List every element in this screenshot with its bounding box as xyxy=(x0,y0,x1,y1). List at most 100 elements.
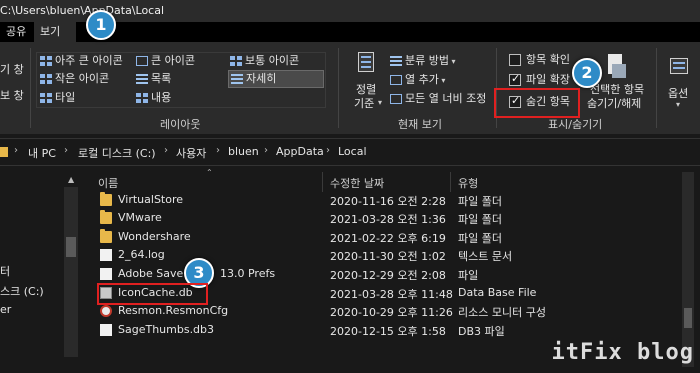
watermark: itFix blog xyxy=(551,340,694,365)
column-header-type[interactable]: 유형 xyxy=(458,175,478,191)
scroll-up-icon[interactable]: ▲ xyxy=(68,175,74,184)
ribbon-divider xyxy=(30,48,31,128)
resource-monitor-icon xyxy=(100,305,112,317)
file-type: 파일 폴더 xyxy=(458,213,502,226)
chevron-right-icon: › xyxy=(64,145,68,156)
column-divider[interactable] xyxy=(450,172,451,192)
file-type: DB3 파일 xyxy=(458,325,505,338)
folder-icon xyxy=(100,210,112,224)
options-icon xyxy=(668,56,690,76)
file-name: Resmon.ResmonCfg xyxy=(118,304,229,317)
navigation-pane-button[interactable]: 기 창 xyxy=(0,62,24,78)
breadcrumb-bluen[interactable]: bluen xyxy=(228,145,259,158)
large-icons-icon xyxy=(136,56,148,66)
file-list-scrollbar-thumb[interactable] xyxy=(684,308,692,328)
file-name: VMware xyxy=(118,211,162,224)
file-type: 파일 폴더 xyxy=(458,195,502,208)
item-checkboxes-checkbox[interactable] xyxy=(509,54,521,66)
folder-icon xyxy=(100,229,112,243)
file-name: 2_64.log xyxy=(118,248,165,261)
file-name-suffix: 13.0 Prefs xyxy=(220,267,276,280)
details-icon xyxy=(231,74,243,84)
layout-large-icons[interactable]: 큰 아이콘 xyxy=(136,53,195,69)
group-by-button[interactable]: 분류 방법 ▾ xyxy=(390,53,456,70)
file-type: 텍스트 문서 xyxy=(458,250,513,263)
hide-selected-label-2[interactable]: 숨기기/해제 xyxy=(587,96,641,112)
chevron-right-icon: › xyxy=(216,145,220,156)
nav-scrollbar-thumb[interactable] xyxy=(66,237,76,257)
file-type: 파일 xyxy=(458,269,479,282)
table-row[interactable]: SageThumbs.db3 2020-12-15 오후 1:58 DB3 파일 xyxy=(88,321,700,340)
chevron-right-icon: › xyxy=(326,145,330,156)
window-title-path: C:\Users\bluen\AppData\Local xyxy=(0,4,165,17)
file-extensions-label: 파일 확장 xyxy=(526,73,570,86)
file-name: VirtualStore xyxy=(118,193,184,206)
layout-content[interactable]: 내용 xyxy=(136,90,171,106)
list-icon xyxy=(136,74,148,84)
callout-badge-2: 2 xyxy=(572,58,602,88)
layout-tiles[interactable]: 타일 xyxy=(40,90,75,106)
content-icon xyxy=(136,93,148,103)
breadcrumb-users[interactable]: 사용자 xyxy=(176,145,206,161)
tab-share[interactable]: 공유 xyxy=(0,22,32,42)
add-columns-icon xyxy=(390,75,402,85)
column-divider[interactable] xyxy=(322,172,323,192)
breadcrumb-local[interactable]: Local xyxy=(338,145,367,158)
chevron-down-icon: ▾ xyxy=(676,100,681,109)
chevron-down-icon: ▾ xyxy=(378,98,383,107)
tab-view[interactable]: 보기 xyxy=(34,22,76,42)
ribbon-divider xyxy=(338,48,339,128)
nav-item-local-disk[interactable]: 스크 (C:) xyxy=(0,283,44,299)
nav-item-other[interactable]: er xyxy=(0,303,11,316)
file-list-scrollbar[interactable] xyxy=(682,172,694,367)
layout-extra-large-icons[interactable]: 아주 큰 아이콘 xyxy=(40,53,123,69)
column-header-modified[interactable]: 수정한 날짜 xyxy=(330,175,384,191)
breadcrumb-this-pc[interactable]: 내 PC xyxy=(28,145,56,161)
nav-item-desktop[interactable]: 터 xyxy=(0,263,10,279)
tiles-icon xyxy=(40,93,52,103)
sort-by-icon xyxy=(352,52,382,76)
document-icon xyxy=(100,249,112,261)
file-name: Adobe Save xyxy=(118,267,184,280)
highlight-iconcache xyxy=(97,283,208,305)
folder-icon xyxy=(100,192,112,206)
file-name: SageThumbs.db3 xyxy=(118,323,215,336)
size-all-columns-button[interactable]: 모든 열 너비 조정 xyxy=(390,91,486,107)
table-row[interactable]: VirtualStore 2020-11-16 오전 2:28 파일 폴더 xyxy=(88,191,700,210)
sort-by-label-2[interactable]: 기준 xyxy=(354,96,374,112)
table-row[interactable]: 2_64.log 2020-11-30 오전 1:02 텍스트 문서 xyxy=(88,246,700,265)
file-modified: 2020-12-29 오전 2:08 xyxy=(330,269,446,282)
details-pane-button[interactable]: 보 창 xyxy=(0,88,24,104)
extra-large-icons-icon xyxy=(40,56,52,66)
file-name: Wondershare xyxy=(118,230,191,243)
size-columns-icon xyxy=(390,94,402,104)
layout-medium-icons[interactable]: 보통 아이콘 xyxy=(230,53,299,69)
table-row[interactable]: Adobe Save 13.0 Prefs 2020-12-29 오전 2:08… xyxy=(88,265,700,284)
document-icon xyxy=(100,268,112,280)
address-bar[interactable]: › 내 PC › 로컬 디스크 (C:) › 사용자 › bluen › App… xyxy=(0,138,700,166)
callout-badge-1: 1 xyxy=(86,10,116,40)
table-row[interactable]: VMware 2021-03-28 오전 1:36 파일 폴더 xyxy=(88,209,700,228)
chevron-right-icon: › xyxy=(164,145,168,156)
file-extensions-checkbox[interactable] xyxy=(509,72,521,86)
highlight-hidden-items xyxy=(494,88,580,118)
breadcrumb-local-disk[interactable]: 로컬 디스크 (C:) xyxy=(78,145,156,161)
nav-scrollbar[interactable] xyxy=(64,187,78,357)
navigation-pane: ▲ 터 스크 (C:) er xyxy=(0,167,80,373)
folder-icon xyxy=(0,147,8,157)
breadcrumb-appdata[interactable]: AppData xyxy=(276,145,324,158)
table-row[interactable]: Wondershare 2021-02-22 오후 6:19 파일 폴더 xyxy=(88,228,700,247)
file-type: Data Base File xyxy=(458,286,537,299)
file-modified: 2021-03-28 오후 11:48 xyxy=(330,288,453,301)
add-columns-button[interactable]: 열 추가 ▾ xyxy=(390,72,445,89)
file-modified: 2021-03-28 오전 1:36 xyxy=(330,213,446,226)
current-view-group-label: 현재 보기 xyxy=(398,118,442,131)
layout-details[interactable]: 자세히 xyxy=(228,70,324,88)
file-modified: 2021-02-22 오후 6:19 xyxy=(330,232,446,245)
layout-list[interactable]: 목록 xyxy=(136,71,171,87)
file-type: 파일 폴더 xyxy=(458,232,502,245)
medium-icons-icon xyxy=(230,56,242,66)
file-modified: 2020-10-29 오후 11:26 xyxy=(330,306,453,319)
layout-small-icons[interactable]: 작은 아이콘 xyxy=(40,71,109,87)
column-header-name[interactable]: 이름 xyxy=(98,175,118,191)
